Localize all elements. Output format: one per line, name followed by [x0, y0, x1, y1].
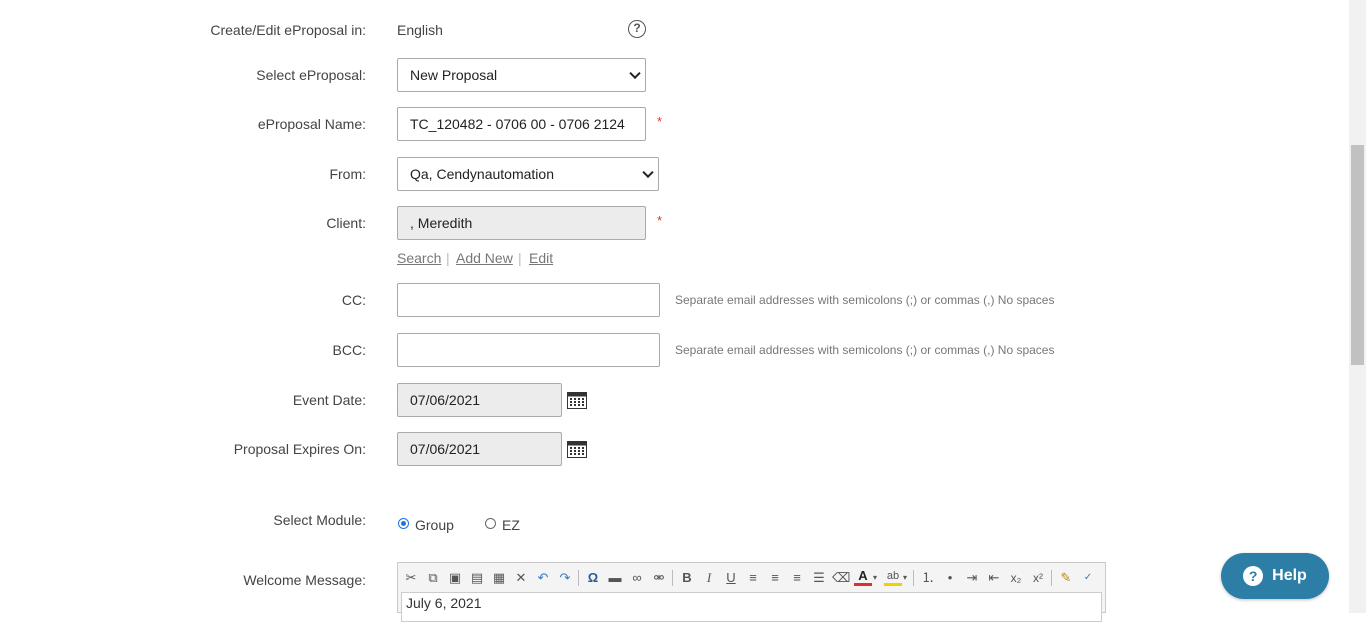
bcc-hint: Separate email addresses with semicolons… — [675, 343, 1055, 357]
client-search-link[interactable]: Search — [397, 250, 441, 266]
help-circle-icon[interactable]: ? — [628, 20, 646, 38]
welcome-message-editor[interactable]: July 6, 2021 — [401, 592, 1102, 622]
cut-icon[interactable]: ✂ — [402, 569, 420, 587]
select-eproposal-dropdown[interactable]: New Proposal — [397, 58, 646, 92]
redo-icon[interactable]: ↷ — [556, 569, 574, 587]
superscript-icon[interactable]: x² — [1029, 569, 1047, 587]
module-ez-label: EZ — [502, 517, 520, 533]
help-button[interactable]: ? Help — [1221, 553, 1329, 599]
client-label: Client: — [326, 215, 366, 231]
event-date-value: 07/06/2021 — [410, 392, 481, 408]
language-value: English — [397, 22, 443, 38]
welcome-message-text: July 6, 2021 — [406, 595, 482, 611]
required-marker: * — [657, 114, 663, 129]
justify-icon[interactable]: ☰ — [810, 569, 828, 587]
bold-icon[interactable]: B — [678, 569, 696, 587]
remove-icon[interactable]: ✕ — [512, 569, 530, 587]
indent-icon[interactable]: ⇥ — [963, 569, 981, 587]
from-label: From: — [329, 166, 366, 182]
question-icon: ? — [1243, 566, 1264, 586]
client-edit-link[interactable]: Edit — [529, 250, 553, 266]
module-ez-radio[interactable] — [485, 518, 496, 529]
spellcheck-icon[interactable]: ✓ — [1079, 569, 1097, 587]
clean-format-icon[interactable]: ✎ — [1057, 569, 1075, 587]
expires-on-label: Proposal Expires On: — [233, 441, 366, 457]
cc-input[interactable] — [397, 283, 660, 317]
copy-icon[interactable]: ⧉ — [424, 569, 442, 587]
bcc-label: BCC: — [332, 342, 366, 358]
link-separator: | — [518, 250, 522, 266]
paste-icon[interactable]: ▣ — [446, 569, 464, 587]
chevron-down-icon[interactable]: ▾ — [901, 569, 909, 587]
chevron-down-icon[interactable]: ▾ — [871, 569, 879, 587]
expires-on-input[interactable]: 07/06/2021 — [397, 432, 562, 466]
paste-word-icon[interactable]: ▦ — [490, 569, 508, 587]
special-char-icon[interactable]: Ω — [584, 569, 602, 587]
select-eproposal-label: Select eProposal: — [256, 67, 366, 83]
link-separator: | — [446, 250, 450, 266]
event-date-input[interactable]: 07/06/2021 — [397, 383, 562, 417]
unlink-icon[interactable]: ⚮ — [650, 569, 668, 587]
eraser-icon[interactable]: ⌫ — [832, 569, 850, 587]
align-right-icon[interactable]: ≡ — [788, 569, 806, 587]
numbered-list-icon[interactable]: ⒈ — [919, 569, 937, 587]
client-add-new-link[interactable]: Add New — [456, 250, 513, 266]
client-input[interactable]: , Meredith — [397, 206, 646, 240]
welcome-message-label: Welcome Message: — [243, 572, 366, 588]
align-left-icon[interactable]: ≡ — [744, 569, 762, 587]
event-date-label: Event Date: — [292, 392, 366, 408]
bcc-input[interactable] — [397, 333, 660, 367]
bullet-list-icon[interactable]: • — [941, 569, 959, 587]
underline-icon[interactable]: U — [722, 569, 740, 587]
eproposal-name-label: eProposal Name: — [257, 116, 366, 132]
text-color-icon[interactable]: A — [854, 569, 872, 586]
scrollbar-track[interactable] — [1349, 0, 1366, 613]
eproposal-name-value: TC_120482 - 0706 00 - 0706 2124 — [410, 116, 625, 132]
undo-icon[interactable]: ↶ — [534, 569, 552, 587]
align-center-icon[interactable]: ≡ — [766, 569, 784, 587]
module-group-radio[interactable] — [398, 518, 409, 529]
link-icon[interactable]: ∞ — [628, 569, 646, 587]
eproposal-name-input[interactable]: TC_120482 - 0706 00 - 0706 2124 — [397, 107, 646, 141]
expires-on-value: 07/06/2021 — [410, 441, 481, 457]
select-module-label: Select Module: — [273, 512, 366, 528]
cc-label: CC: — [341, 292, 366, 308]
scrollbar-thumb[interactable] — [1351, 145, 1364, 365]
horizontal-line-icon[interactable]: ▬ — [606, 569, 624, 587]
module-group-label: Group — [415, 517, 454, 533]
language-label: Create/Edit eProposal in: — [210, 22, 366, 38]
outdent-icon[interactable]: ⇤ — [985, 569, 1003, 587]
client-value: , Meredith — [410, 215, 473, 231]
subscript-icon[interactable]: x₂ — [1007, 569, 1025, 587]
paste-text-icon[interactable]: ▤ — [468, 569, 486, 587]
select-eproposal-value: New Proposal — [410, 67, 498, 83]
help-button-label: Help — [1272, 567, 1307, 584]
italic-icon[interactable]: I — [700, 569, 718, 587]
from-dropdown[interactable]: Qa, Cendynautomation — [397, 157, 659, 191]
calendar-icon[interactable] — [567, 390, 587, 409]
calendar-icon[interactable] — [567, 439, 587, 458]
required-marker: * — [657, 213, 663, 228]
from-value: Qa, Cendynautomation — [410, 166, 554, 182]
highlight-color-icon[interactable]: ab — [884, 569, 902, 586]
cc-hint: Separate email addresses with semicolons… — [675, 293, 1055, 307]
